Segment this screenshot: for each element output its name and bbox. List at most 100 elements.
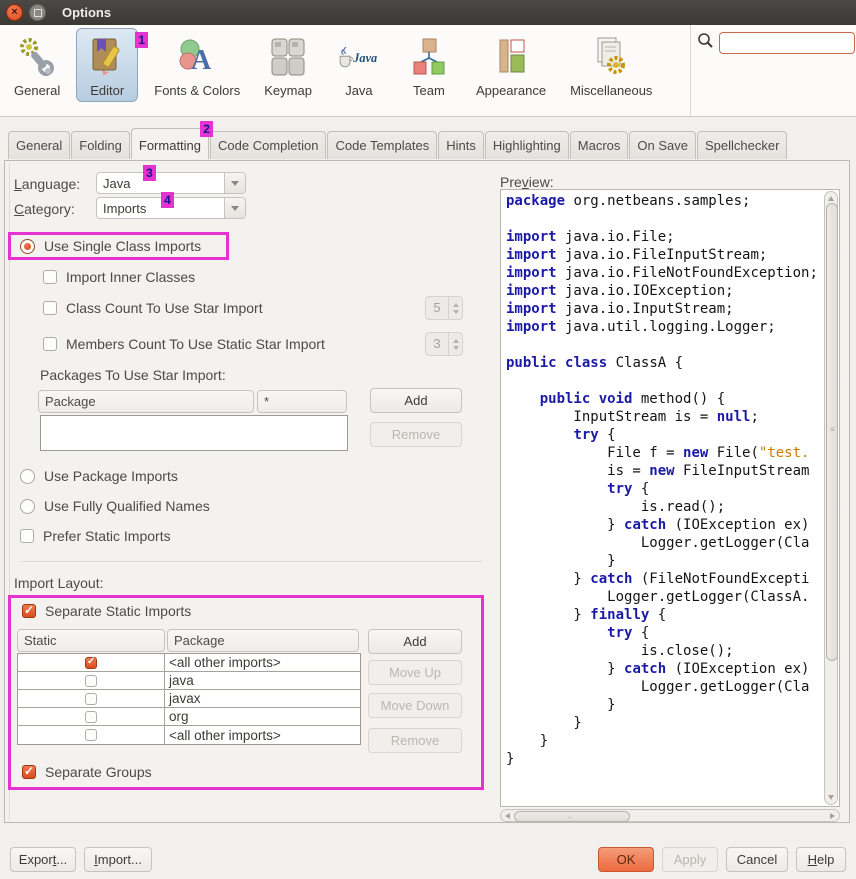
- tab-macros[interactable]: Macros: [570, 131, 629, 159]
- class-count-star-row[interactable]: Class Count To Use Star Import: [43, 300, 263, 316]
- layout-add-button[interactable]: Add: [368, 629, 462, 654]
- toolbar-item-editor[interactable]: Editor1: [76, 28, 138, 102]
- window-title: Options: [62, 5, 111, 20]
- import-inner-classes-checkbox[interactable]: [43, 270, 57, 284]
- star-table-body[interactable]: [40, 415, 348, 451]
- close-icon[interactable]: ×: [6, 4, 23, 21]
- import-button[interactable]: Import...: [84, 847, 152, 872]
- toolbar-item-java[interactable]: JavaJava: [328, 28, 390, 102]
- tab-on-save[interactable]: On Save: [629, 131, 696, 159]
- package-cell[interactable]: <all other imports>: [164, 654, 360, 671]
- keyboard-keys-icon: [265, 34, 311, 80]
- tab-hints[interactable]: Hints: [438, 131, 484, 159]
- class-count-spinner[interactable]: 5: [425, 296, 463, 320]
- toolbar-item-fonts-colors[interactable]: AFonts & Colors: [146, 28, 248, 102]
- use-single-class-imports-radio[interactable]: [20, 239, 35, 254]
- package-cell[interactable]: org: [164, 708, 360, 725]
- prefer-static-row[interactable]: Prefer Static Imports: [20, 528, 171, 544]
- separate-groups-checkbox[interactable]: [22, 765, 36, 779]
- row-static-checkbox[interactable]: [85, 729, 97, 741]
- layout-move-down-button[interactable]: Move Down: [368, 693, 462, 718]
- tab-formatting[interactable]: Formatting2: [131, 128, 209, 159]
- use-fully-qualified-row[interactable]: Use Fully Qualified Names: [20, 498, 210, 514]
- import-inner-classes-row[interactable]: Import Inner Classes: [43, 269, 195, 285]
- star-table-header-asterisk[interactable]: *: [257, 390, 347, 413]
- horizontal-scroll-thumb[interactable]: ‥: [514, 811, 630, 822]
- members-count-star-row[interactable]: Members Count To Use Static Star Import: [43, 336, 325, 352]
- layout-table-body[interactable]: <all other imports>javajavaxorg<all othe…: [17, 653, 361, 745]
- use-single-class-imports-row[interactable]: Use Single Class Imports: [20, 238, 201, 254]
- star-table-header-package[interactable]: Package: [38, 390, 254, 413]
- spinner-arrows-icon[interactable]: [448, 297, 462, 319]
- separate-static-row[interactable]: Separate Static Imports: [22, 603, 191, 619]
- scroll-left-icon[interactable]: [505, 813, 510, 819]
- scroll-right-icon[interactable]: [830, 813, 835, 819]
- table-row[interactable]: org: [18, 708, 360, 726]
- row-static-checkbox[interactable]: [85, 675, 97, 687]
- table-row[interactable]: javax: [18, 690, 360, 708]
- tab-folding[interactable]: Folding: [71, 131, 130, 159]
- table-row[interactable]: <all other imports>: [18, 726, 360, 744]
- layout-table-header-static[interactable]: Static: [17, 629, 165, 652]
- cancel-button[interactable]: Cancel: [726, 847, 788, 872]
- tab-general[interactable]: General: [8, 131, 70, 159]
- code-line: import java.io.InputStream;: [506, 300, 823, 318]
- use-fully-qualified-radio[interactable]: [20, 499, 35, 514]
- class-count-star-checkbox[interactable]: [43, 301, 57, 315]
- static-cell[interactable]: [18, 657, 164, 669]
- toolbar-item-keymap[interactable]: Keymap: [256, 28, 320, 102]
- toolbar-item-general[interactable]: General: [6, 28, 68, 102]
- static-cell[interactable]: [18, 675, 164, 687]
- preview-vertical-scrollbar[interactable]: ≡: [824, 191, 838, 805]
- members-count-star-label: Members Count To Use Static Star Import: [66, 336, 325, 352]
- tab-code-completion[interactable]: Code Completion: [210, 131, 326, 159]
- restore-icon[interactable]: [29, 4, 46, 21]
- code-line: } finally {: [506, 606, 823, 624]
- row-static-checkbox[interactable]: [85, 711, 97, 723]
- separate-groups-row[interactable]: Separate Groups: [22, 764, 152, 780]
- members-count-spinner[interactable]: 3: [425, 332, 463, 356]
- package-cell[interactable]: <all other imports>: [164, 726, 360, 744]
- use-package-imports-row[interactable]: Use Package Imports: [20, 468, 178, 484]
- toolbar-item-team[interactable]: Team: [398, 28, 460, 102]
- export-button[interactable]: Export...: [10, 847, 76, 872]
- toolbar-item-miscellaneous[interactable]: Miscellaneous: [562, 28, 660, 102]
- tab-highlighting[interactable]: Highlighting: [485, 131, 569, 159]
- preview-horizontal-scrollbar[interactable]: ‥: [500, 809, 840, 822]
- star-add-button[interactable]: Add: [370, 388, 462, 413]
- search-input[interactable]: [719, 32, 855, 54]
- row-static-checkbox[interactable]: [85, 693, 97, 705]
- package-cell[interactable]: javax: [164, 690, 360, 707]
- use-package-imports-radio[interactable]: [20, 469, 35, 484]
- prefer-static-checkbox[interactable]: [20, 529, 34, 543]
- code-line: } catch (FileNotFoundExcepti: [506, 570, 823, 588]
- section-separator: [20, 561, 482, 562]
- code-line: }: [506, 696, 823, 714]
- static-cell[interactable]: [18, 729, 164, 741]
- layout-move-up-button[interactable]: Move Up: [368, 660, 462, 685]
- tab-code-templates[interactable]: Code Templates: [327, 131, 437, 159]
- star-remove-button[interactable]: Remove: [370, 422, 462, 447]
- separate-static-checkbox[interactable]: [22, 604, 36, 618]
- table-row[interactable]: <all other imports>: [18, 654, 360, 672]
- layout-table-header-package[interactable]: Package: [167, 629, 359, 652]
- scroll-up-icon[interactable]: [828, 196, 834, 201]
- tab-spellchecker[interactable]: Spellchecker: [697, 131, 787, 159]
- code-line: InputStream is = null;: [506, 408, 823, 426]
- toolbar-item-appearance[interactable]: Appearance: [468, 28, 554, 102]
- vertical-scroll-thumb[interactable]: ≡: [826, 203, 838, 661]
- members-count-star-checkbox[interactable]: [43, 337, 57, 351]
- scroll-down-icon[interactable]: [828, 795, 834, 800]
- help-button[interactable]: Help: [796, 847, 846, 872]
- spinner-arrows-icon[interactable]: [448, 333, 462, 355]
- apply-button[interactable]: Apply: [662, 847, 718, 872]
- row-static-checkbox[interactable]: [85, 657, 97, 669]
- ok-button[interactable]: OK: [598, 847, 654, 872]
- layout-remove-button[interactable]: Remove: [368, 728, 462, 753]
- package-cell[interactable]: java: [164, 672, 360, 689]
- table-row[interactable]: java: [18, 672, 360, 690]
- static-cell[interactable]: [18, 693, 164, 705]
- static-cell[interactable]: [18, 711, 164, 723]
- category-select[interactable]: Imports 4: [96, 197, 246, 219]
- language-select[interactable]: Java 3: [96, 172, 246, 194]
